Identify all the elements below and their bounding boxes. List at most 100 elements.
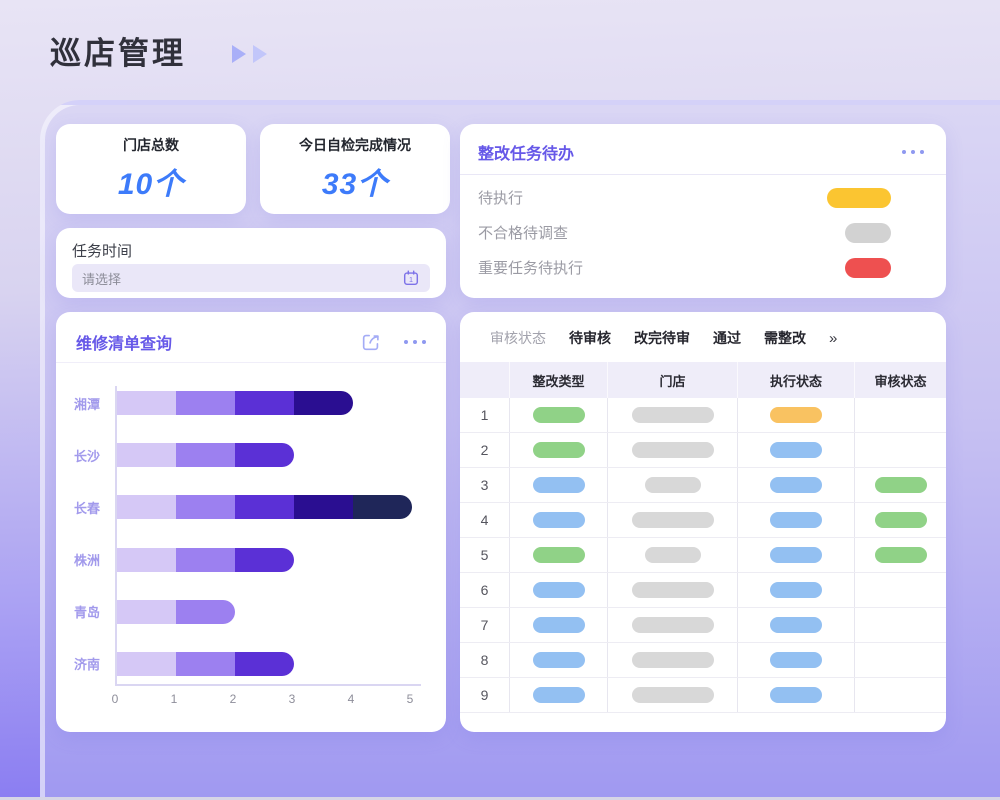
row-index: 9 bbox=[481, 687, 489, 703]
tab-0[interactable]: 待审核 bbox=[569, 328, 611, 348]
repair-list-card: 维修清单查询 湘潭长沙长春株洲青岛济南 012345 bbox=[56, 312, 446, 732]
exec-status-cell bbox=[738, 678, 855, 712]
x-tick-label: 4 bbox=[348, 692, 355, 706]
todo-item-label: 待执行 bbox=[478, 187, 523, 208]
stat-card-total-stores: 门店总数 10个 bbox=[56, 124, 246, 214]
bar-segment bbox=[294, 495, 353, 519]
chart-category-label: 青岛 bbox=[64, 602, 110, 621]
type-cell bbox=[510, 608, 608, 642]
chart-x-axis bbox=[115, 684, 421, 686]
exec-status-cell bbox=[738, 398, 855, 432]
chart-bar[interactable] bbox=[117, 652, 294, 676]
stat-value: 10个 bbox=[118, 159, 184, 203]
table-row[interactable]: 7 bbox=[460, 608, 946, 643]
chart-row: 长春 bbox=[56, 495, 430, 519]
chart-category-label: 济南 bbox=[64, 654, 110, 673]
status-pill bbox=[645, 477, 701, 493]
table-header-cell: 门店 bbox=[608, 362, 738, 398]
table-row[interactable]: 6 bbox=[460, 573, 946, 608]
status-pill bbox=[770, 477, 822, 493]
exec-status-cell bbox=[738, 433, 855, 467]
todo-item[interactable]: 待执行 bbox=[478, 180, 891, 215]
review-status-cell bbox=[855, 643, 946, 677]
status-pill bbox=[632, 407, 714, 423]
bar-segment bbox=[176, 495, 235, 519]
bar-segment bbox=[235, 391, 294, 415]
status-pill bbox=[533, 617, 585, 633]
calendar-icon[interactable]: 1 bbox=[402, 269, 420, 287]
exec-status-cell bbox=[738, 468, 855, 502]
todo-items: 待执行不合格待调查重要任务待执行 bbox=[478, 180, 891, 285]
row-index: 8 bbox=[481, 652, 489, 668]
store-cell bbox=[608, 538, 738, 572]
table-row[interactable]: 9 bbox=[460, 678, 946, 713]
todo-item[interactable]: 不合格待调查 bbox=[478, 215, 891, 250]
repair-bar-chart: 湘潭长沙长春株洲青岛济南 012345 bbox=[56, 312, 446, 732]
table-row[interactable]: 2 bbox=[460, 433, 946, 468]
store-cell bbox=[608, 678, 738, 712]
chart-category-label: 长春 bbox=[64, 498, 110, 517]
todo-item-label: 重要任务待执行 bbox=[478, 257, 583, 278]
review-status-cell bbox=[855, 573, 946, 607]
status-pill bbox=[770, 617, 822, 633]
status-pill bbox=[645, 547, 701, 563]
bar-segment bbox=[176, 548, 235, 572]
chart-bar[interactable] bbox=[117, 600, 235, 624]
row-index-cell: 9 bbox=[460, 678, 510, 712]
tab-2[interactable]: 通过 bbox=[713, 328, 741, 348]
status-pill bbox=[632, 582, 714, 598]
status-pill bbox=[533, 547, 585, 563]
chart-bar[interactable] bbox=[117, 443, 294, 467]
status-pill bbox=[770, 407, 822, 423]
type-cell bbox=[510, 433, 608, 467]
table-row[interactable]: 5 bbox=[460, 538, 946, 573]
tab-3[interactable]: 需整改 bbox=[764, 328, 806, 348]
row-index-cell: 1 bbox=[460, 398, 510, 432]
table-row[interactable]: 8 bbox=[460, 643, 946, 678]
bar-segment bbox=[235, 548, 294, 572]
status-pill bbox=[533, 652, 585, 668]
bar-segment bbox=[176, 600, 235, 624]
table-header-cell: 整改类型 bbox=[510, 362, 608, 398]
status-pill bbox=[533, 477, 585, 493]
store-cell bbox=[608, 433, 738, 467]
chart-bar[interactable] bbox=[117, 495, 412, 519]
table-row[interactable]: 1 bbox=[460, 398, 946, 433]
stat-card-self-check: 今日自检完成情况 33个 bbox=[260, 124, 450, 214]
bar-segment bbox=[176, 391, 235, 415]
task-time-select[interactable]: 请选择 1 bbox=[72, 264, 430, 292]
chart-bar[interactable] bbox=[117, 548, 294, 572]
chart-category-label: 湘潭 bbox=[64, 394, 110, 413]
bar-segment bbox=[176, 443, 235, 467]
svg-text:1: 1 bbox=[409, 275, 413, 284]
status-pill bbox=[770, 652, 822, 668]
more-tabs-icon[interactable]: » bbox=[829, 330, 837, 347]
todo-title: 整改任务待办 bbox=[478, 140, 574, 164]
store-cell bbox=[608, 398, 738, 432]
type-cell bbox=[510, 398, 608, 432]
row-index-cell: 4 bbox=[460, 503, 510, 537]
table-row[interactable]: 3 bbox=[460, 468, 946, 503]
review-status-cell bbox=[855, 503, 946, 537]
row-index: 3 bbox=[481, 477, 489, 493]
arrow-right-icon bbox=[253, 45, 267, 63]
review-status-cell bbox=[855, 538, 946, 572]
table-header-cell: 执行状态 bbox=[738, 362, 855, 398]
x-tick-label: 2 bbox=[230, 692, 237, 706]
status-pill bbox=[770, 582, 822, 598]
row-index-cell: 8 bbox=[460, 643, 510, 677]
todo-item[interactable]: 重要任务待执行 bbox=[478, 250, 891, 285]
table-header-cell bbox=[460, 362, 510, 398]
chart-bar[interactable] bbox=[117, 391, 353, 415]
exec-status-cell bbox=[738, 538, 855, 572]
table-row[interactable]: 4 bbox=[460, 503, 946, 538]
exec-status-cell bbox=[738, 503, 855, 537]
tab-1[interactable]: 改完待审 bbox=[634, 328, 690, 348]
review-table-card: 审核状态 待审核改完待审通过需整改 » 整改类型门店执行状态审核状态 12345… bbox=[460, 312, 946, 732]
status-pill bbox=[770, 547, 822, 563]
more-icon[interactable] bbox=[902, 150, 924, 154]
type-cell bbox=[510, 678, 608, 712]
chart-row: 株洲 bbox=[56, 548, 430, 572]
status-pill bbox=[632, 512, 714, 528]
review-table: 整改类型门店执行状态审核状态 123456789 bbox=[460, 362, 946, 713]
